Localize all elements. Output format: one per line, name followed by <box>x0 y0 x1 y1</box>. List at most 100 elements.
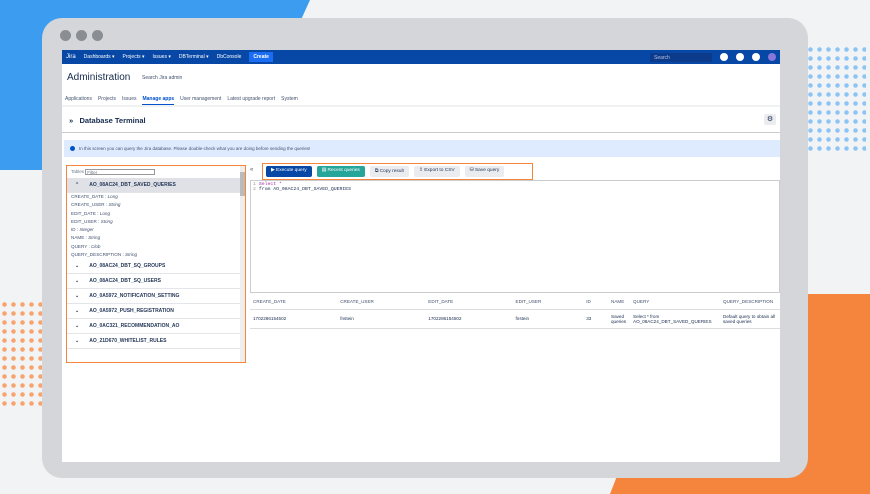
nav-projects[interactable]: Projects ▾ <box>123 54 145 60</box>
tab-applications[interactable]: Applications <box>65 96 92 105</box>
tab-issues[interactable]: Issues <box>122 96 136 105</box>
chevron-down-icon: ⌄ <box>75 308 80 315</box>
chevron-up-icon: ⌃ <box>75 182 80 188</box>
query-toolbar: ▶ Execute query ▤ Recent queries ⧉ Copy … <box>262 163 533 180</box>
search-input[interactable]: Search <box>650 52 712 62</box>
browser-window: Jira Dashboards ▾ Projects ▾ Issues ▾ DB… <box>42 18 808 478</box>
table-name: AO_08AC24_DBT_SAVED_QUERIES <box>89 182 176 188</box>
chevron-down-icon: ⌄ <box>75 263 80 270</box>
column-header: EDIT_DATE <box>425 295 513 310</box>
copy-result-button[interactable]: ⧉ Copy result <box>369 166 409 177</box>
column-name: EDIT_DATE <box>71 210 96 216</box>
table-cell: fnstein <box>337 309 426 329</box>
save-query-button[interactable]: ⛁ Save query <box>464 166 505 177</box>
table-cell: Saved queries <box>608 309 630 329</box>
jira-logo[interactable]: Jira <box>66 54 76 60</box>
tables-label: Tables <box>71 169 85 174</box>
export-csv-button[interactable]: ⇪ Export to CSV <box>413 166 460 177</box>
nav-dbterminal[interactable]: DBTerminal ▾ <box>179 54 209 60</box>
results-table: CREATE_DATE CREATE_USER EDIT_DATE EDIT_USER… <box>250 295 780 329</box>
column-type: String <box>100 218 113 224</box>
column-item: NAME : String <box>71 235 101 241</box>
nav-issues[interactable]: Issues ▾ <box>153 54 171 60</box>
settings-icon[interactable] <box>752 53 760 61</box>
tab-upgrade-report[interactable]: Latest upgrade report <box>227 96 275 105</box>
column-header: EDIT_USER <box>512 295 584 310</box>
table-item[interactable]: ⌄ AO_08AC24_DBT_SQ_USERS <box>67 274 245 290</box>
table-name: AO_0A5972_NOTIFICATION_SETTING <box>89 293 180 300</box>
column-type: Clob <box>91 243 101 249</box>
nav-dashboards[interactable]: Dashboards ▾ <box>84 54 115 60</box>
section-title-text: Database Terminal <box>79 116 146 125</box>
info-text: In this screen you can query the Jira da… <box>79 146 311 151</box>
admin-search[interactable]: Search Jira admin <box>142 75 182 81</box>
chevron-down-icon: ⌄ <box>75 293 80 300</box>
column-header: NAME <box>608 295 630 310</box>
table-cell: fnstein <box>512 309 584 329</box>
table-cell: Default query to obtain all saved querie… <box>720 309 780 329</box>
expand-sidebar-icon[interactable]: » <box>69 116 79 125</box>
filter-input[interactable]: Filter <box>85 169 156 175</box>
column-type: Long <box>107 194 118 199</box>
table-cell: 33 <box>583 309 608 329</box>
table-item[interactable]: ⌄ AO_21D670_WHITELIST_RULES <box>67 334 245 350</box>
section-title: » Database Terminal <box>69 116 146 125</box>
table-cell: 1702286154502 <box>250 309 338 329</box>
page-title: Administration <box>67 72 131 83</box>
column-header: QUERY_DESCRIPTION <box>720 295 780 310</box>
column-item: EDIT_USER : String <box>71 218 113 224</box>
admin-tabs: Applications Projects Issues Manage apps… <box>65 96 298 105</box>
table-name: AO_08AC24_DBT_SQ_USERS <box>89 278 161 285</box>
tab-user-management[interactable]: User management <box>180 96 221 105</box>
column-item: QUERY_DESCRIPTION : String <box>71 252 138 258</box>
table-item[interactable]: ⌄ AO_08AC24_DBT_SQ_GROUPS <box>67 259 245 275</box>
chevron-down-icon: ⌄ <box>75 323 80 330</box>
column-type: Long <box>99 210 111 216</box>
table-item[interactable]: ⌄ AO_0AC321_RECOMMENDATION_AO <box>67 319 245 335</box>
divider <box>62 105 780 107</box>
column-header: ID <box>583 295 608 310</box>
column-name: NAME <box>71 235 85 241</box>
table-item[interactable]: ⌄ AO_0A5972_NOTIFICATION_SETTING <box>67 289 245 305</box>
top-nav: Jira Dashboards ▾ Projects ▾ Issues ▾ DB… <box>62 50 780 64</box>
window-dot <box>60 30 71 41</box>
execute-query-button[interactable]: ▶ Execute query <box>266 166 312 177</box>
notifications-icon[interactable] <box>720 53 728 61</box>
info-banner: In this screen you can query the Jira da… <box>64 140 780 157</box>
window-dot <box>92 30 103 41</box>
chevron-down-icon: ⌄ <box>75 338 80 345</box>
column-type: String <box>108 202 121 208</box>
column-name: QUERY <box>71 243 88 249</box>
sql-editor[interactable]: 1 Select * 2 from AO_08AC24_DBT_SAVED_QUER… <box>250 180 780 293</box>
tab-system[interactable]: System <box>281 96 298 105</box>
scrollbar[interactable] <box>240 166 245 362</box>
create-button[interactable]: Create <box>249 52 273 62</box>
table-item[interactable]: ⌃ AO_08AC24_DBT_SAVED_QUERIES <box>67 178 245 193</box>
table-name: AO_0A5972_PUSH_REGISTRATION <box>89 308 174 315</box>
column-header: QUERY <box>630 295 720 310</box>
table-item[interactable]: ⌄ AO_0A5972_PUSH_REGISTRATION <box>67 304 245 320</box>
window-dot <box>76 30 87 41</box>
column-item: ID : Integer <box>71 227 94 233</box>
column-name: QUERY_DESCRIPTION <box>71 252 122 258</box>
column-type: String <box>88 235 101 241</box>
tab-manage-apps[interactable]: Manage apps <box>142 96 175 105</box>
tab-projects[interactable]: Projects <box>98 96 116 105</box>
avatar[interactable] <box>768 53 776 61</box>
collapse-icon[interactable]: « <box>250 167 253 173</box>
editor-line: from AO_08AC24_DBT_SAVED_QUERIES <box>258 187 352 192</box>
help-icon[interactable] <box>736 53 744 61</box>
table-row: 1702286154502 fnstein 1702286154502 fnstein… <box>250 309 780 329</box>
table-name: AO_08AC24_DBT_SQ_GROUPS <box>89 263 166 270</box>
column-name: CREATE_USER <box>71 202 105 208</box>
column-item: QUERY : Clob <box>71 243 101 249</box>
column-type: String <box>125 252 138 258</box>
divider <box>62 132 780 133</box>
settings-gear-button[interactable]: ⚙ <box>764 114 776 125</box>
column-item: CREATE_DATE : Long <box>71 194 118 199</box>
column-type: Integer <box>79 227 94 233</box>
dot-pattern <box>806 45 866 155</box>
recent-queries-button[interactable]: ▤ Recent queries <box>316 166 365 177</box>
column-item: EDIT_DATE : Long <box>71 210 111 216</box>
nav-dbconsole[interactable]: DbConsole <box>217 54 242 60</box>
